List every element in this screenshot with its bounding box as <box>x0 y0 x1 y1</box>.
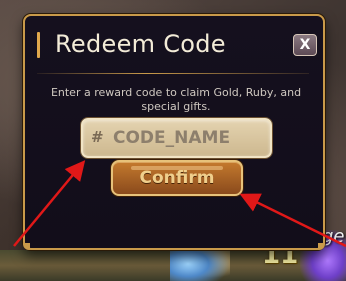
hash-icon: # <box>91 128 104 146</box>
close-button[interactable]: X <box>293 34 317 56</box>
title-accent-bar <box>37 32 40 58</box>
close-icon: X <box>299 37 311 53</box>
confirm-button-label: Confirm <box>139 168 215 188</box>
code-input[interactable] <box>113 124 265 152</box>
game-screen: 11 ge Redeem Code X Enter a reward code … <box>0 0 346 281</box>
dialog-description: Enter a reward code to claim Gold, Ruby,… <box>50 86 302 113</box>
background-partial-word: ge <box>322 226 345 247</box>
dialog-title: Redeem Code <box>55 30 226 58</box>
confirm-button-shine <box>131 166 223 170</box>
redeem-code-dialog: Redeem Code X Enter a reward code to cla… <box>23 14 325 250</box>
code-input-field[interactable]: # <box>81 118 272 158</box>
confirm-button[interactable]: Confirm <box>111 160 243 196</box>
header-divider <box>37 73 309 74</box>
dialog-header: Redeem Code <box>37 26 269 64</box>
